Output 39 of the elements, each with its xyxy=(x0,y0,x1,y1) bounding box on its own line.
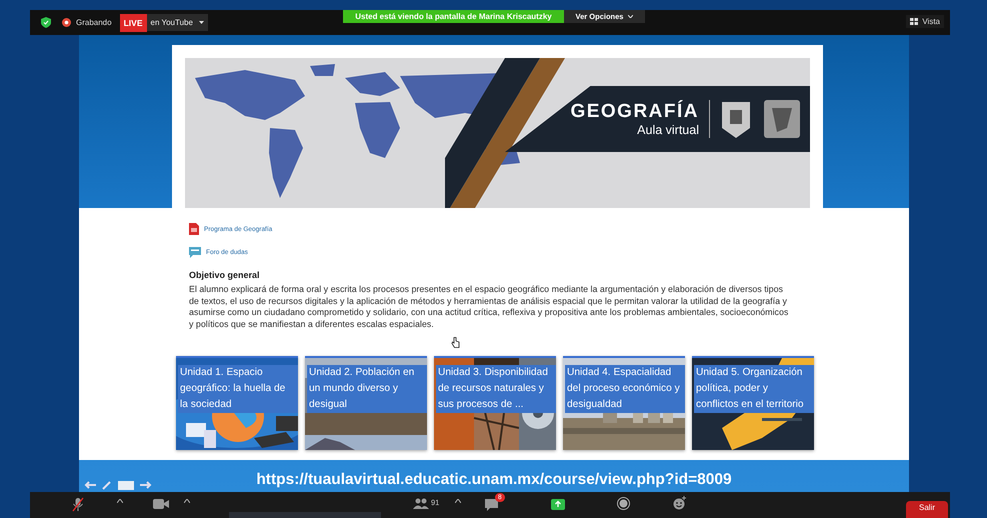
reactions-icon[interactable] xyxy=(673,496,687,510)
view-button[interactable]: Vista xyxy=(906,15,944,28)
record-icon xyxy=(62,18,71,27)
caret-up-icon[interactable] xyxy=(117,499,123,503)
participants-icon[interactable] xyxy=(413,498,429,509)
banner-title: GEOGRAFÍA xyxy=(570,101,699,123)
caret-up-icon[interactable] xyxy=(455,499,461,503)
share-screen-icon[interactable] xyxy=(551,499,565,510)
video-camera-icon[interactable] xyxy=(153,499,169,509)
banner-subtitle: Aula virtual xyxy=(637,123,699,137)
chat-bubble-icon xyxy=(189,246,201,258)
chevron-icon xyxy=(628,15,634,18)
pen-icon[interactable] xyxy=(102,480,112,490)
section-heading: Objetivo general xyxy=(189,270,261,280)
live-badge: LIVE xyxy=(120,14,146,32)
record-button-icon[interactable] xyxy=(617,497,630,510)
unit-title[interactable]: Unidad 1. Espacio geográfico: la huella de la sociedad xyxy=(178,364,298,413)
unit-title[interactable]: Unidad 3. Disponibilidad de recursos naturales y sus procesos de ... xyxy=(436,364,556,413)
chat-icon[interactable] xyxy=(485,499,498,511)
crest-icon xyxy=(762,98,802,140)
arrow-left-icon[interactable] xyxy=(84,481,96,489)
unit-title[interactable]: Unidad 2. Población en un mundo diverso y desigual xyxy=(307,364,427,413)
caret-up-icon[interactable] xyxy=(184,499,190,503)
hand-cursor-icon xyxy=(451,337,460,348)
share-notice: Usted está viendo la pantalla de Marina Kriscautzky xyxy=(343,10,564,23)
objective-paragraph: El alumno explicará de forma oral y escrita los procesos presentes en el espacio geográfico mediante la argumentación y elaboración de diversos tipos de textos, el uso de recursos digitales y la aplicación de métodos y herramientas de análisis espacial que le permitan valorar la utilidad de la geografía y asumirse como un ciudadano comprometido y solidario, con una actitud crítica, reflexiva y propositiva ante los problemas ambientales, socioeconómicos y políticos que se manifiestan a diferentes escalas espaciales. xyxy=(189,284,790,331)
recording-label: Grabando xyxy=(76,18,112,27)
pdf-icon xyxy=(189,223,199,235)
arrow-right-icon[interactable] xyxy=(140,481,152,489)
live-destination-button[interactable]: en YouTube xyxy=(146,14,208,31)
shield-icon[interactable] xyxy=(41,17,51,28)
grid-icon xyxy=(910,18,918,25)
course-url: https://tuaulavirtual.educatic.unam.mx/course/view.php?id=8009 xyxy=(256,471,732,489)
leave-button[interactable]: Salir xyxy=(906,501,948,518)
unit-title[interactable]: Unidad 5. Organización política, poder y conflictos en el territorio xyxy=(694,364,814,413)
microphone-icon[interactable] xyxy=(72,497,84,512)
unit-title[interactable]: Unidad 4. Espacialidad del proceso económico y desigualdad xyxy=(565,364,685,413)
whiteboard-icon[interactable] xyxy=(118,480,134,490)
caret-icon xyxy=(198,21,204,24)
